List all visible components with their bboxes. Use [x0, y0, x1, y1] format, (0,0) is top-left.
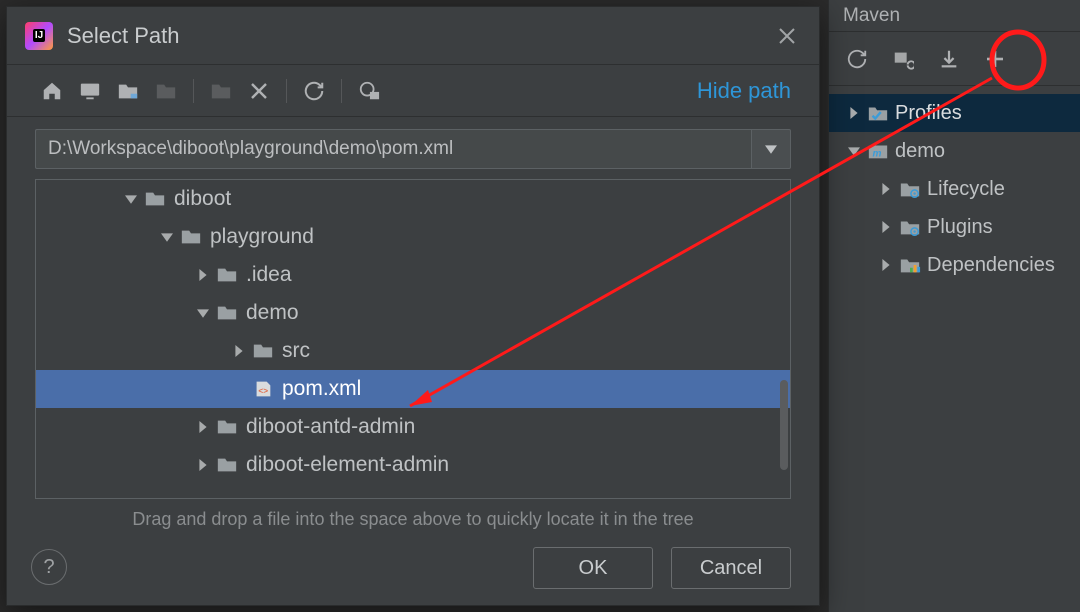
- module-button: [149, 74, 183, 108]
- chevron-down-icon: [156, 231, 178, 243]
- folder-gear-icon: [897, 217, 923, 237]
- maven-node-label: Plugins: [927, 216, 993, 239]
- desktop-button[interactable]: [73, 74, 107, 108]
- maven-module-icon: m: [865, 141, 891, 161]
- tree-scrollbar[interactable]: [780, 380, 788, 470]
- ok-button[interactable]: OK: [533, 547, 653, 589]
- help-button[interactable]: ?: [31, 549, 67, 585]
- tree-node-label: demo: [246, 301, 299, 325]
- folder-icon: [214, 266, 240, 284]
- toolbar-separator: [286, 79, 287, 103]
- maven-tree: Profiles m demo Lifecycle: [829, 86, 1080, 284]
- folder-icon: [214, 418, 240, 436]
- chevron-right-icon: [192, 269, 214, 281]
- maven-toolbar: [829, 32, 1080, 86]
- tree-node-file-selected[interactable]: <> pom.xml: [36, 370, 790, 408]
- project-button[interactable]: [111, 74, 145, 108]
- maven-dependencies-node[interactable]: Dependencies: [829, 246, 1080, 284]
- intellij-icon: IJ: [25, 22, 53, 50]
- maven-node-label: demo: [895, 140, 945, 163]
- chevron-right-icon: [192, 459, 214, 471]
- tree-node-label: playground: [210, 225, 314, 249]
- show-hidden-button[interactable]: [352, 74, 386, 108]
- maven-plugins-node[interactable]: Plugins: [829, 208, 1080, 246]
- maven-module-node[interactable]: m demo: [829, 132, 1080, 170]
- path-history-button[interactable]: [751, 129, 791, 169]
- folder-icon: [178, 228, 204, 246]
- file-tree[interactable]: diboot playground .idea demo src: [35, 179, 791, 499]
- dialog-button-bar: OK Cancel: [7, 531, 819, 605]
- folder-icon: [250, 342, 276, 360]
- folder-check-icon: [865, 103, 891, 123]
- chevron-down-icon: [843, 145, 865, 157]
- cancel-button[interactable]: Cancel: [671, 547, 791, 589]
- tree-node-folder[interactable]: .idea: [36, 256, 790, 294]
- maven-node-label: Dependencies: [927, 254, 1055, 277]
- dialog-titlebar: IJ Select Path: [7, 7, 819, 65]
- maven-node-label: Lifecycle: [927, 178, 1005, 201]
- dialog-close-button[interactable]: [773, 22, 801, 50]
- dialog-toolbar: Hide path: [7, 65, 819, 117]
- new-folder-button: [204, 74, 238, 108]
- toolbar-separator: [341, 79, 342, 103]
- select-path-dialog: IJ Select Path: [6, 6, 820, 606]
- tree-node-label: src: [282, 339, 310, 363]
- delete-button[interactable]: [242, 74, 276, 108]
- maven-add-button[interactable]: [981, 45, 1009, 73]
- folder-bars-icon: [897, 255, 923, 275]
- chevron-right-icon: [875, 259, 897, 271]
- maven-title: Maven: [829, 0, 1080, 32]
- tree-node-folder[interactable]: playground: [36, 218, 790, 256]
- xml-file-icon: <>: [250, 379, 276, 399]
- folder-icon: [142, 190, 168, 208]
- hide-path-link[interactable]: Hide path: [697, 78, 801, 104]
- svg-text:<>: <>: [258, 387, 268, 396]
- tree-node-label: .idea: [246, 263, 292, 287]
- dialog-title: Select Path: [67, 23, 773, 49]
- path-input[interactable]: [35, 129, 751, 169]
- refresh-button[interactable]: [297, 74, 331, 108]
- chevron-down-icon: [120, 193, 142, 205]
- tree-node-folder[interactable]: demo: [36, 294, 790, 332]
- maven-node-label: Profiles: [895, 102, 962, 125]
- maven-lifecycle-node[interactable]: Lifecycle: [829, 170, 1080, 208]
- chevron-right-icon: [875, 183, 897, 195]
- folder-icon: [214, 304, 240, 322]
- chevron-down-icon: [192, 307, 214, 319]
- maven-download-button[interactable]: [935, 45, 963, 73]
- maven-panel: Maven Profiles: [828, 0, 1080, 612]
- folder-icon: [214, 456, 240, 474]
- chevron-right-icon: [192, 421, 214, 433]
- tree-node-label: diboot: [174, 187, 231, 211]
- toolbar-separator: [193, 79, 194, 103]
- chevron-right-icon: [843, 107, 865, 119]
- maven-reload-button[interactable]: [843, 45, 871, 73]
- path-row: [7, 117, 819, 169]
- chevron-right-icon: [228, 345, 250, 357]
- home-button[interactable]: [35, 74, 69, 108]
- maven-generate-sources-button[interactable]: [889, 45, 917, 73]
- tree-node-label: pom.xml: [282, 377, 361, 401]
- svg-text:m: m: [873, 149, 882, 160]
- tree-node-label: diboot-element-admin: [246, 453, 449, 477]
- folder-gear-icon: [897, 179, 923, 199]
- tree-node-folder[interactable]: diboot-element-admin: [36, 446, 790, 484]
- chevron-right-icon: [875, 221, 897, 233]
- tree-node-label: diboot-antd-admin: [246, 415, 415, 439]
- tree-node-folder[interactable]: diboot: [36, 180, 790, 218]
- tree-node-folder[interactable]: src: [36, 332, 790, 370]
- tree-node-folder[interactable]: diboot-antd-admin: [36, 408, 790, 446]
- tree-hint: Drag and drop a file into the space abov…: [7, 509, 819, 530]
- maven-profiles-node[interactable]: Profiles: [829, 94, 1080, 132]
